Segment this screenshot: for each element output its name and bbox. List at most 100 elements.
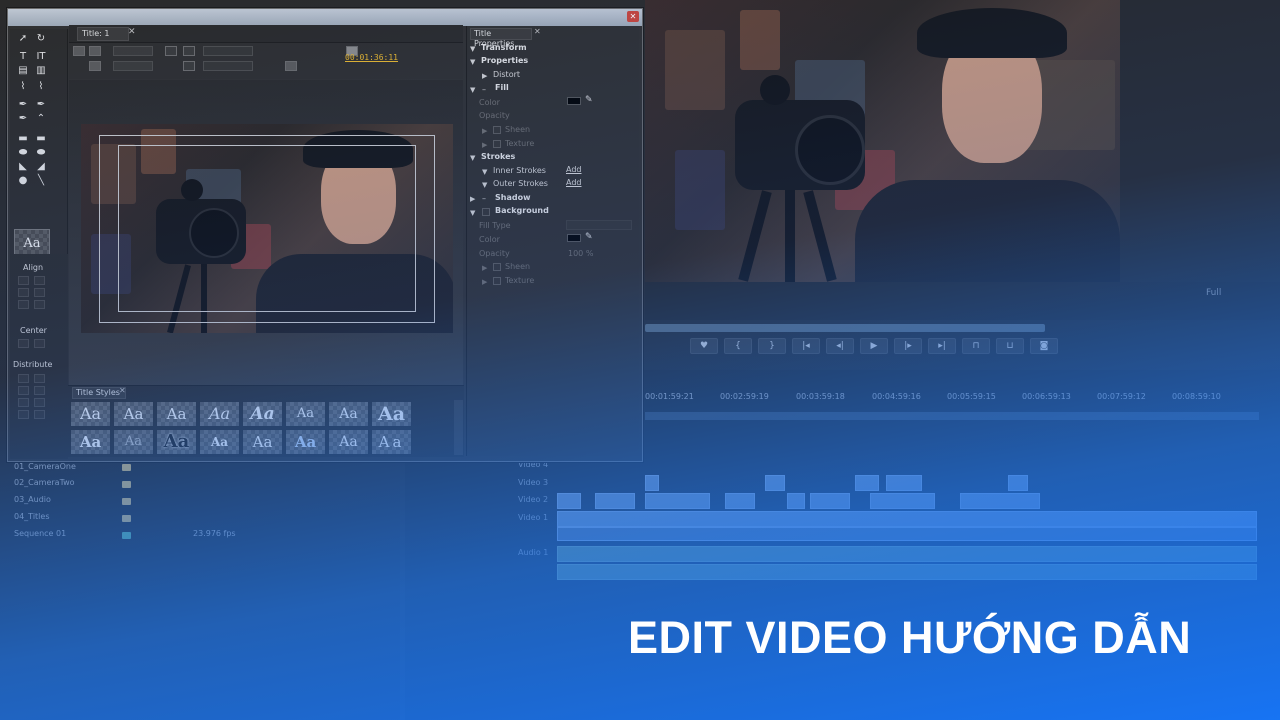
timeline-clip[interactable] bbox=[765, 475, 785, 491]
chevron-down-icon[interactable]: ▼ bbox=[470, 209, 475, 217]
background-timecode[interactable]: 00:01:36:11 bbox=[345, 53, 398, 62]
chevron-right-icon[interactable]: ▶ bbox=[482, 127, 487, 135]
font-family-select[interactable] bbox=[113, 46, 153, 56]
chevron-right-icon[interactable]: ▶ bbox=[470, 195, 475, 203]
project-item[interactable]: 04_Titles bbox=[14, 512, 50, 521]
selection-tool-icon[interactable]: ➚ bbox=[16, 33, 30, 45]
playhead-scrubber[interactable] bbox=[645, 324, 1045, 332]
styles-scrollbar[interactable] bbox=[454, 400, 463, 455]
bg-sheen-checkbox[interactable] bbox=[493, 263, 501, 271]
track-video-1[interactable]: Video 1 bbox=[440, 513, 555, 529]
step-back-button[interactable]: ◂| bbox=[826, 338, 854, 354]
play-button[interactable]: ▶ bbox=[860, 338, 888, 354]
add-anchor-tool-icon[interactable]: ✒ bbox=[16, 113, 30, 125]
prop-background[interactable]: Background bbox=[495, 206, 549, 215]
fill-type-select[interactable] bbox=[566, 220, 632, 230]
style-swatch[interactable]: Aa bbox=[242, 401, 283, 427]
sheen-checkbox[interactable] bbox=[493, 126, 501, 134]
style-swatch[interactable]: Aa bbox=[199, 401, 240, 427]
distribute-left-icon[interactable] bbox=[18, 374, 29, 383]
timeline-clip[interactable] bbox=[557, 527, 1257, 541]
chevron-right-icon[interactable]: ▶ bbox=[482, 264, 487, 272]
rotation-tool-icon[interactable]: ↻ bbox=[34, 33, 48, 45]
wedge-tool-icon[interactable]: ◣ bbox=[16, 161, 30, 173]
tab-stops-icon[interactable] bbox=[285, 61, 297, 71]
timeline-clip[interactable] bbox=[960, 493, 1040, 509]
add-outer-stroke-link[interactable]: Add bbox=[566, 178, 582, 187]
templates-icon[interactable] bbox=[89, 61, 101, 71]
bg-color-swatch[interactable] bbox=[567, 234, 581, 242]
chevron-down-icon[interactable]: ▼ bbox=[470, 154, 475, 162]
project-item[interactable]: 02_CameraTwo bbox=[14, 478, 75, 487]
style-swatch[interactable]: Aa bbox=[70, 401, 111, 427]
prop-outer-strokes[interactable]: Outer Strokes bbox=[493, 179, 548, 188]
chevron-down-icon[interactable]: ▼ bbox=[470, 58, 475, 66]
extract-button[interactable]: ⊔ bbox=[996, 338, 1024, 354]
project-item[interactable]: Sequence 01 bbox=[14, 529, 66, 538]
timeline-clip[interactable] bbox=[595, 493, 635, 509]
clipped-rectangle-tool-icon[interactable]: ▬ bbox=[34, 133, 48, 145]
track-audio-1[interactable]: Audio 1 bbox=[440, 548, 555, 564]
eyedropper-icon[interactable]: ✎ bbox=[585, 232, 593, 242]
convert-anchor-tool-icon[interactable]: ⌃ bbox=[34, 113, 48, 125]
roll-crawl-icon[interactable] bbox=[89, 46, 101, 56]
pen-tool-icon[interactable]: ✒ bbox=[16, 99, 30, 111]
align-left-icon[interactable] bbox=[18, 276, 29, 285]
align-center-icon[interactable] bbox=[34, 276, 45, 285]
title-styles-tab[interactable]: Title Styles bbox=[72, 387, 126, 399]
style-swatch[interactable]: Aa bbox=[113, 401, 154, 427]
project-item[interactable]: 01_CameraOne bbox=[14, 462, 76, 471]
font-style-select[interactable] bbox=[113, 61, 153, 71]
style-swatch[interactable]: Aa bbox=[371, 401, 412, 427]
distribute-even-v-icon[interactable] bbox=[34, 410, 45, 419]
timeline-clip[interactable] bbox=[855, 475, 879, 491]
new-title-icon[interactable] bbox=[73, 46, 85, 56]
delete-anchor-tool-icon[interactable]: ✒ bbox=[34, 99, 48, 111]
mark-in-button[interactable]: { bbox=[724, 338, 752, 354]
distribute-even-h-icon[interactable] bbox=[18, 410, 29, 419]
style-swatch[interactable]: Aa bbox=[285, 401, 326, 427]
window-titlebar[interactable]: ✕ bbox=[8, 9, 642, 26]
vertical-type-tool-icon[interactable]: IT bbox=[34, 51, 48, 63]
rectangle-tool-icon[interactable]: ▬ bbox=[16, 133, 30, 145]
shadow-checkbox[interactable]: – bbox=[482, 194, 490, 203]
zoom-level[interactable]: Full bbox=[1206, 288, 1221, 298]
timeline-clip[interactable] bbox=[886, 475, 922, 491]
fill-checkbox[interactable]: – bbox=[482, 85, 490, 94]
style-swatch[interactable]: Aa bbox=[242, 429, 283, 455]
timeline-clip[interactable] bbox=[557, 493, 581, 509]
audio-clip[interactable] bbox=[557, 546, 1257, 562]
track-video-3[interactable]: Video 3 bbox=[440, 478, 555, 494]
styles-tab-close-icon[interactable]: ✕ bbox=[119, 386, 126, 395]
bg-texture-checkbox[interactable] bbox=[493, 277, 501, 285]
arc-tool-icon[interactable]: ◢ bbox=[34, 161, 48, 173]
close-icon[interactable]: ✕ bbox=[627, 11, 639, 22]
chevron-down-icon[interactable]: ▼ bbox=[482, 181, 487, 189]
timeline-clip[interactable] bbox=[725, 493, 755, 509]
timeline-clip[interactable] bbox=[870, 493, 935, 509]
style-swatch[interactable]: Aa bbox=[156, 429, 197, 455]
props-tab-close-icon[interactable]: ✕ bbox=[534, 27, 541, 36]
title-preview-video[interactable] bbox=[81, 124, 453, 333]
chevron-right-icon[interactable]: ▶ bbox=[482, 141, 487, 149]
step-forward-button[interactable]: |▸ bbox=[894, 338, 922, 354]
track-video-2[interactable]: Video 2 bbox=[440, 495, 555, 511]
center-vertical-icon[interactable] bbox=[34, 339, 45, 348]
track-video-4[interactable]: Video 4 bbox=[440, 460, 555, 476]
project-item[interactable]: 03_Audio bbox=[14, 495, 51, 504]
chevron-down-icon[interactable]: ▼ bbox=[470, 86, 475, 94]
style-swatch[interactable]: Aa bbox=[371, 429, 412, 455]
type-tool-icon[interactable]: T bbox=[16, 51, 30, 63]
style-swatch[interactable]: Aa bbox=[199, 429, 240, 455]
fill-color-swatch[interactable] bbox=[567, 97, 581, 105]
underline-icon[interactable] bbox=[183, 61, 195, 71]
style-swatch[interactable]: Aa bbox=[328, 429, 369, 455]
go-to-out-button[interactable]: ▸| bbox=[928, 338, 956, 354]
style-swatch[interactable]: Aa bbox=[328, 401, 369, 427]
chevron-right-icon[interactable]: ▶ bbox=[482, 278, 487, 286]
rounded-rectangle-tool-icon[interactable]: ⬬ bbox=[16, 147, 30, 159]
chevron-down-icon[interactable]: ▼ bbox=[470, 45, 475, 53]
style-swatch[interactable]: Aa bbox=[156, 401, 197, 427]
timeline-zoom-bar[interactable] bbox=[645, 412, 1259, 420]
prop-fill[interactable]: Fill bbox=[495, 83, 509, 92]
